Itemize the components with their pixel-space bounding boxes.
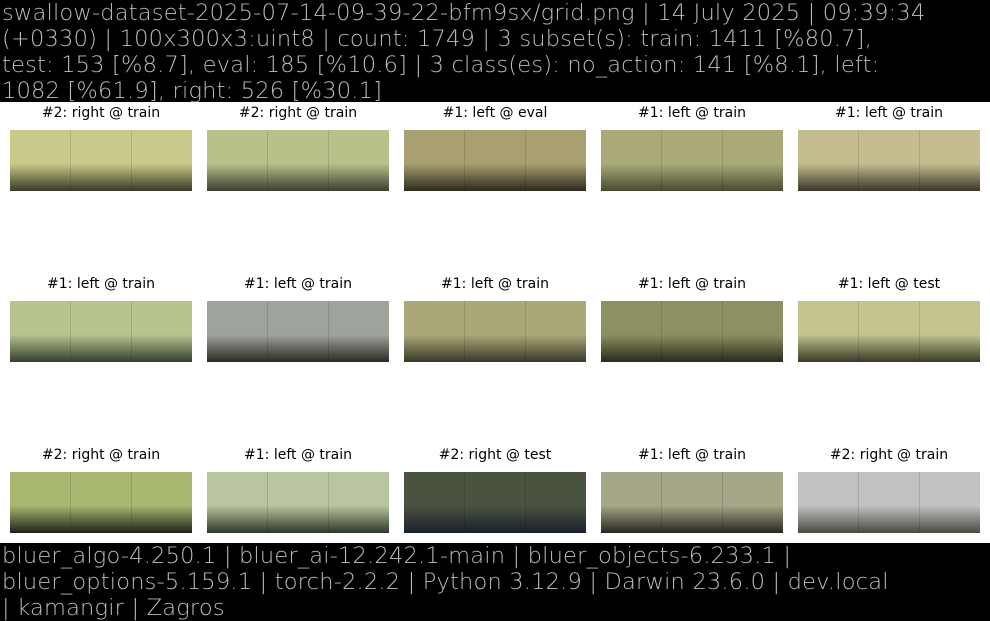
thumbnail-frame (859, 301, 920, 362)
thumbnail-frame (662, 301, 723, 362)
tile-thumbnail (798, 130, 980, 191)
tile-caption: #1: left @ train (441, 276, 549, 292)
thumbnail-frame (404, 472, 465, 533)
thumbnail-frame (465, 472, 526, 533)
thumbnail-frame (404, 301, 465, 362)
grid-tile: #2: right @ train (10, 447, 192, 533)
thumbnail-frame (859, 472, 920, 533)
grid-tile: #2: right @ train (207, 105, 389, 191)
thumbnail-frame (920, 472, 980, 533)
thumbnail-frame (132, 301, 192, 362)
tile-thumbnail (10, 130, 192, 191)
thumbnail-frame (329, 301, 389, 362)
tile-thumbnail (601, 301, 783, 362)
thumbnail-frame (207, 472, 268, 533)
thumbnail-frame (465, 130, 526, 191)
thumbnail-frame (10, 301, 71, 362)
thumbnail-frame (920, 130, 980, 191)
thumbnail-frame (662, 472, 723, 533)
tile-caption: #1: left @ train (638, 276, 746, 292)
header-line: test: 153 [%8.7], eval: 185 [%10.6] | 3 … (2, 52, 880, 78)
thumbnail-frame (10, 472, 71, 533)
header-bar: swallow-dataset-2025-07-14-09-39-22-bfm9… (0, 0, 990, 102)
header-line: 1082 [%61.9], right: 526 [%30.1] (2, 78, 383, 102)
thumbnail-frame (526, 130, 586, 191)
tile-thumbnail (404, 472, 586, 533)
grid-tile: #1: left @ train (207, 447, 389, 533)
thumbnail-frame (404, 130, 465, 191)
tile-thumbnail (207, 301, 389, 362)
thumbnail-frame (268, 472, 329, 533)
tile-thumbnail (404, 301, 586, 362)
grid-tile: #1: left @ train (601, 447, 783, 533)
thumbnail-frame (207, 130, 268, 191)
thumbnail-frame (526, 472, 586, 533)
tile-caption: #2: right @ train (238, 105, 358, 121)
thumbnail-frame (601, 472, 662, 533)
thumbnail-frame (268, 301, 329, 362)
header-line: swallow-dataset-2025-07-14-09-39-22-bfm9… (2, 0, 926, 26)
tile-caption: #1: left @ eval (442, 105, 548, 121)
tile-caption: #1: left @ train (244, 447, 352, 463)
thumbnail-frame (132, 472, 192, 533)
thumbnail-frame (798, 472, 859, 533)
tile-thumbnail (601, 130, 783, 191)
footer-bar: bluer_algo-4.250.1 | bluer_ai-12.242.1-m… (0, 543, 990, 621)
thumbnail-frame (723, 130, 783, 191)
thumbnail-frame (798, 130, 859, 191)
tile-thumbnail (10, 472, 192, 533)
tile-caption: #2: right @ train (829, 447, 949, 463)
tile-caption: #1: left @ train (835, 105, 943, 121)
tile-caption: #1: left @ train (638, 447, 746, 463)
grid-tile: #1: left @ eval (404, 105, 586, 191)
tile-thumbnail (798, 472, 980, 533)
tile-caption: #2: right @ train (41, 447, 161, 463)
tile-caption: #2: right @ test (438, 447, 552, 463)
tile-thumbnail (207, 130, 389, 191)
grid-tile: #1: left @ train (601, 105, 783, 191)
grid-tile: #1: left @ train (601, 276, 783, 362)
thumbnail-frame (207, 301, 268, 362)
tile-thumbnail (404, 130, 586, 191)
grid-tile: #1: left @ train (404, 276, 586, 362)
tile-caption: #1: left @ train (244, 276, 352, 292)
thumbnail-frame (329, 130, 389, 191)
thumbnail-frame (723, 301, 783, 362)
thumbnail-frame (601, 130, 662, 191)
grid-tile: #1: left @ train (10, 276, 192, 362)
thumbnail-frame (798, 301, 859, 362)
thumbnail-frame (526, 301, 586, 362)
grid-tile: #2: right @ test (404, 447, 586, 533)
footer-line: bluer_options-5.159.1 | torch-2.2.2 | Py… (2, 569, 889, 595)
grid-tile: #1: left @ train (798, 105, 980, 191)
tile-thumbnail (207, 472, 389, 533)
tile-caption: #1: left @ test (837, 276, 941, 292)
grid-tile: #1: left @ test (798, 276, 980, 362)
tile-thumbnail (601, 472, 783, 533)
footer-line: bluer_algo-4.250.1 | bluer_ai-12.242.1-m… (2, 543, 792, 569)
thumbnail-frame (465, 301, 526, 362)
thumbnail-frame (132, 130, 192, 191)
grid-tile: #2: right @ train (798, 447, 980, 533)
grid-tile: #2: right @ train (10, 105, 192, 191)
grid-tile: #1: left @ train (207, 276, 389, 362)
thumbnail-frame (723, 472, 783, 533)
tile-caption: #1: left @ train (638, 105, 746, 121)
tile-thumbnail (10, 301, 192, 362)
thumbnail-frame (859, 130, 920, 191)
tile-thumbnail (798, 301, 980, 362)
tile-caption: #1: left @ train (47, 276, 155, 292)
tile-caption: #2: right @ train (41, 105, 161, 121)
thumbnail-frame (662, 130, 723, 191)
thumbnail-frame (71, 301, 132, 362)
thumbnail-frame (329, 472, 389, 533)
thumbnail-frame (71, 130, 132, 191)
thumbnail-frame (10, 130, 71, 191)
thumbnail-frame (71, 472, 132, 533)
footer-line: | kamangir | Zagros (2, 595, 225, 621)
thumbnail-frame (920, 301, 980, 362)
thumbnail-frame (601, 301, 662, 362)
header-line: (+0330) | 100x300x3:uint8 | count: 1749 … (2, 26, 872, 52)
thumbnail-frame (268, 130, 329, 191)
